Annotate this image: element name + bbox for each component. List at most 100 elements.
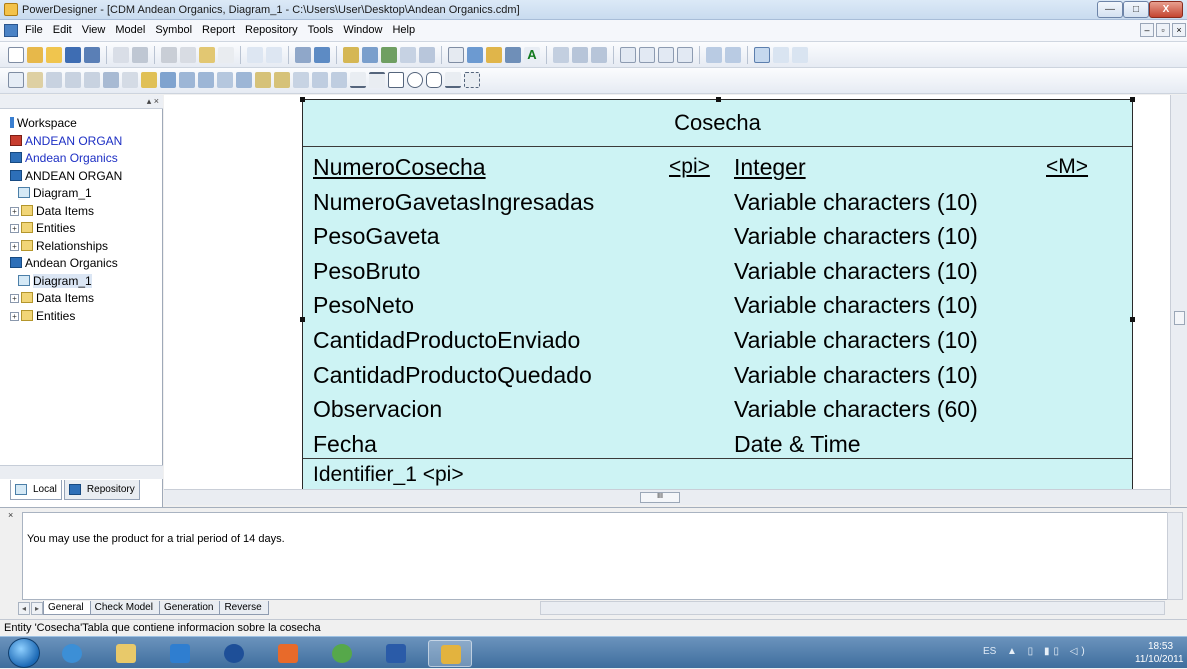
generate-icon[interactable]	[381, 47, 397, 63]
vertical-scroll-thumb[interactable]	[1174, 311, 1185, 325]
expand-icon[interactable]: +	[10, 311, 19, 321]
attribute-row[interactable]: NumeroCosecha <pi> Integer <M>	[313, 150, 1113, 185]
package-icon[interactable]	[141, 72, 157, 88]
detail-view-icon[interactable]	[792, 47, 808, 63]
canvas-vertical-scrollbar[interactable]	[1170, 95, 1187, 505]
properties-palette-icon[interactable]	[103, 72, 119, 88]
new-icon[interactable]	[8, 47, 24, 63]
line-style-icon[interactable]	[486, 47, 502, 63]
mdi-close-button[interactable]: ×	[1172, 23, 1186, 37]
menu-repository[interactable]: Repository	[240, 24, 303, 36]
note-icon[interactable]	[274, 72, 290, 88]
back-icon[interactable]	[572, 47, 588, 63]
attribute-row[interactable]: PesoBruto Variable characters (10)	[313, 254, 1113, 289]
cut-icon[interactable]	[161, 47, 177, 63]
entity-cosecha[interactable]: Cosecha NumeroCosecha <pi> Integer <M> N…	[300, 97, 1135, 489]
link-icon[interactable]	[293, 72, 309, 88]
word-icon[interactable]	[374, 640, 418, 667]
zoom-in-icon[interactable]	[46, 72, 62, 88]
zoom-window-icon[interactable]	[706, 47, 722, 63]
tab-scroll-left-icon[interactable]: ◂	[18, 601, 31, 615]
merge-icon[interactable]	[419, 47, 435, 63]
rectangle-icon[interactable]	[388, 72, 404, 88]
line-icon[interactable]	[350, 72, 366, 88]
internet-explorer-icon[interactable]	[50, 640, 94, 667]
outlook-icon[interactable]	[158, 640, 202, 667]
redo-icon[interactable]	[266, 47, 282, 63]
attribute-row[interactable]: PesoNeto Variable characters (10)	[313, 288, 1113, 323]
diagram-view-icon[interactable]	[754, 47, 770, 63]
symbol-icon[interactable]	[448, 47, 464, 63]
tab-repository[interactable]: Repository	[63, 480, 140, 500]
clock-time[interactable]: 18:53	[1148, 641, 1173, 652]
attribute-row[interactable]: Fecha Date & Time	[313, 427, 1113, 462]
expand-icon[interactable]: +	[10, 206, 19, 216]
browser-horizontal-scrollbar[interactable]	[0, 465, 163, 479]
output-horizontal-scrollbar[interactable]	[540, 601, 1165, 615]
tree-data-items-1[interactable]: + Data Items	[10, 203, 160, 221]
hp-icon[interactable]	[212, 640, 256, 667]
open-icon[interactable]	[27, 47, 43, 63]
arrange-icon[interactable]	[553, 47, 569, 63]
output-text-area[interactable]: You may use the product for a trial peri…	[22, 512, 1169, 600]
menu-tools[interactable]: Tools	[303, 24, 339, 36]
expand-icon[interactable]: +	[10, 294, 19, 303]
menu-view[interactable]: View	[77, 24, 111, 36]
relationship-icon[interactable]	[179, 72, 195, 88]
rounded-rectangle-icon[interactable]	[426, 72, 442, 88]
menu-window[interactable]: Window	[338, 24, 387, 36]
tab-local[interactable]: Local	[10, 480, 62, 500]
compare-icon[interactable]	[400, 47, 416, 63]
menu-symbol[interactable]: Symbol	[150, 24, 197, 36]
text-icon[interactable]	[312, 72, 328, 88]
menu-file[interactable]: File	[20, 24, 48, 36]
model-options-icon[interactable]	[314, 47, 330, 63]
undo-icon[interactable]	[247, 47, 263, 63]
paste-icon[interactable]	[199, 47, 215, 63]
tree-diagram-2[interactable]: Diagram_1	[10, 273, 160, 291]
resize-handle[interactable]	[1130, 317, 1135, 322]
save-all-icon[interactable]	[84, 47, 100, 63]
output-vertical-scrollbar[interactable]	[1167, 512, 1183, 600]
menu-help[interactable]: Help	[387, 24, 420, 36]
maximize-button[interactable]: □	[1123, 1, 1149, 18]
polyline-icon[interactable]	[445, 72, 461, 88]
attribute-row[interactable]: NumeroGavetasIngresadas Variable charact…	[313, 185, 1113, 220]
tree-model-3[interactable]: ANDEAN ORGAN	[10, 168, 160, 186]
check-model-icon[interactable]	[343, 47, 359, 63]
expand-icon[interactable]: +	[10, 241, 19, 251]
tree-model-4[interactable]: Andean Organics	[10, 255, 160, 273]
powerdesigner-taskbar-icon[interactable]	[428, 640, 472, 667]
browser-toggle-icon[interactable]	[620, 47, 636, 63]
tab-generation[interactable]: Generation	[158, 601, 221, 615]
resize-handle[interactable]	[716, 97, 721, 102]
welcome-icon[interactable]	[725, 47, 741, 63]
diagram-canvas[interactable]: Cosecha NumeroCosecha <pi> Integer <M> N…	[164, 95, 1170, 489]
users-icon[interactable]	[320, 640, 364, 667]
entity-identifier[interactable]: Identifier_1 <pi>	[313, 458, 464, 489]
delete-icon[interactable]	[218, 47, 234, 63]
attribute-row[interactable]: PesoGaveta Variable characters (10)	[313, 219, 1113, 254]
tree-relationships[interactable]: + Relationships	[10, 238, 160, 256]
tab-check-model[interactable]: Check Model	[89, 601, 160, 615]
list-view-icon[interactable]	[773, 47, 789, 63]
output-toggle-icon[interactable]	[639, 47, 655, 63]
tree-model-2[interactable]: Andean Organics	[10, 150, 160, 168]
properties-icon[interactable]	[295, 47, 311, 63]
print-preview-icon[interactable]	[113, 47, 129, 63]
menu-model[interactable]: Model	[110, 24, 150, 36]
attribute-row[interactable]: Observacion Variable characters (60)	[313, 392, 1113, 427]
print-icon[interactable]	[132, 47, 148, 63]
close-button[interactable]: X	[1149, 1, 1183, 18]
app-icon[interactable]	[266, 640, 310, 667]
open-diagram-icon[interactable]	[84, 72, 100, 88]
fill-icon[interactable]	[467, 47, 483, 63]
start-button[interactable]	[8, 638, 40, 668]
pointer-icon[interactable]	[8, 72, 24, 88]
tab-general[interactable]: General	[43, 601, 91, 615]
association-icon[interactable]	[198, 72, 214, 88]
brush-icon[interactable]	[505, 47, 521, 63]
menu-report[interactable]: Report	[197, 24, 240, 36]
file-explorer-icon[interactable]	[104, 640, 148, 667]
mdi-minimize-button[interactable]: –	[1140, 23, 1154, 37]
